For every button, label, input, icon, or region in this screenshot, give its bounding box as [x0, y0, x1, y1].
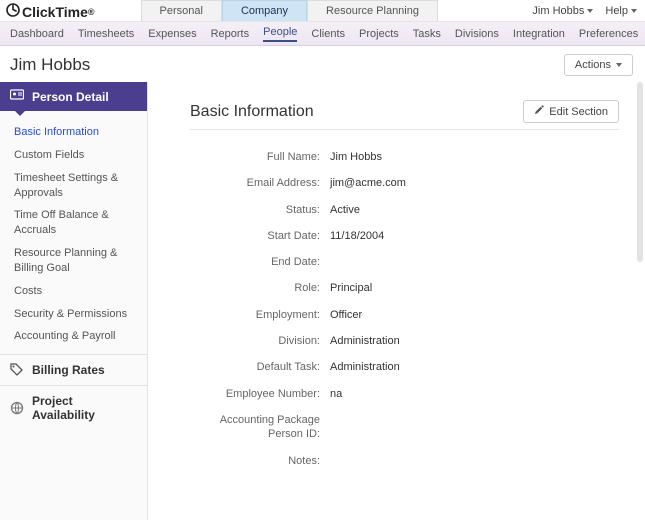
sidebar-section-project-availability[interactable]: Project Availability	[0, 385, 147, 430]
field-label: Employee Number:	[190, 387, 330, 401]
field-value: na	[330, 387, 342, 401]
sidebar-link-list: Basic InformationCustom FieldsTimesheet …	[0, 111, 147, 354]
help-menu[interactable]: Help	[605, 5, 637, 17]
field-row: Accounting Package Person ID:	[190, 413, 619, 442]
field-value: Officer	[330, 308, 362, 322]
field-row: Status:Active	[190, 203, 619, 217]
field-label: Default Task:	[190, 360, 330, 374]
sidebar-header-person-detail[interactable]: Person Detail	[0, 82, 147, 111]
field-label: Email Address:	[190, 176, 330, 190]
nav-item-projects[interactable]: Projects	[359, 28, 399, 40]
view-tab-personal[interactable]: Personal	[141, 0, 222, 21]
sidebar-link-custom-fields[interactable]: Custom Fields	[0, 144, 147, 167]
sidebar-link-basic-information[interactable]: Basic Information	[0, 121, 147, 144]
field-label: Status:	[190, 203, 330, 217]
nav-item-timesheets[interactable]: Timesheets	[78, 28, 134, 40]
field-row: Employment:Officer	[190, 308, 619, 322]
tag-icon	[10, 363, 24, 377]
user-menu-label: Jim Hobbs	[532, 5, 584, 17]
pencil-icon	[534, 105, 544, 118]
sidebar-link-time-off-balance-accruals[interactable]: Time Off Balance & Accruals	[0, 204, 147, 242]
view-tab-company[interactable]: Company	[222, 0, 307, 21]
field-label: Full Name:	[190, 150, 330, 164]
edit-section-label: Edit Section	[549, 106, 608, 118]
field-label: Start Date:	[190, 229, 330, 243]
sidebar: Person Detail Basic InformationCustom Fi…	[0, 82, 148, 520]
page-title: Jim Hobbs	[10, 55, 90, 75]
user-menu[interactable]: Jim Hobbs	[532, 5, 593, 17]
section-title: Basic Information	[190, 103, 314, 121]
sidebar-link-costs[interactable]: Costs	[0, 280, 147, 303]
sidebar-section-label: Project Availability	[32, 394, 137, 422]
main-content: Basic Information Edit Section Full Name…	[148, 82, 645, 520]
nav-item-people[interactable]: People	[263, 26, 297, 42]
caret-down-icon	[587, 9, 593, 13]
field-list: Full Name:Jim HobbsEmail Address:jim@acm…	[190, 150, 619, 468]
registered-icon: ®	[88, 7, 95, 17]
nav-item-integration[interactable]: Integration	[513, 28, 565, 40]
sidebar-link-security-permissions[interactable]: Security & Permissions	[0, 303, 147, 326]
page-body: Person Detail Basic InformationCustom Fi…	[0, 82, 645, 520]
nav-item-reports[interactable]: Reports	[211, 28, 250, 40]
page-header: Jim Hobbs Actions	[0, 46, 645, 82]
scrollbar-thumb[interactable]	[637, 82, 643, 262]
top-bar-right: Jim Hobbs Help	[532, 5, 637, 17]
field-value: Administration	[330, 360, 400, 374]
field-row: Notes:	[190, 454, 619, 468]
sidebar-header-label: Person Detail	[32, 90, 109, 104]
sidebar-section-billing-rates[interactable]: Billing Rates	[0, 354, 147, 385]
view-tab-resource-planning[interactable]: Resource Planning	[307, 0, 438, 21]
field-value: Active	[330, 203, 360, 217]
field-value: jim@acme.com	[330, 176, 406, 190]
globe-icon	[10, 401, 24, 415]
actions-button[interactable]: Actions	[564, 54, 633, 76]
section-header: Basic Information Edit Section	[190, 100, 619, 130]
field-row: End Date:	[190, 255, 619, 269]
field-label: Accounting Package Person ID:	[190, 413, 330, 442]
nav-item-dashboard[interactable]: Dashboard	[10, 28, 64, 40]
sidebar-link-timesheet-settings-approvals[interactable]: Timesheet Settings & Approvals	[0, 167, 147, 205]
main-nav: Dashboard Timesheets Expenses Reports People…	[0, 22, 645, 46]
sidebar-section-label: Billing Rates	[32, 363, 105, 377]
field-row: Email Address:jim@acme.com	[190, 176, 619, 190]
nav-item-divisions[interactable]: Divisions	[455, 28, 499, 40]
top-bar: ClickTime® PersonalCompanyResource Plann…	[0, 0, 645, 22]
field-label: End Date:	[190, 255, 330, 269]
field-row: Full Name:Jim Hobbs	[190, 150, 619, 164]
nav-item-preferences[interactable]: Preferences	[579, 28, 638, 40]
brand-logo[interactable]: ClickTime®	[4, 1, 101, 20]
caret-down-icon	[616, 63, 622, 67]
id-card-icon	[10, 89, 24, 104]
help-menu-label: Help	[605, 5, 628, 17]
nav-item-clients[interactable]: Clients	[311, 28, 345, 40]
field-row: Start Date:11/18/2004	[190, 229, 619, 243]
clock-icon	[6, 3, 20, 20]
sidebar-link-accounting-payroll[interactable]: Accounting & Payroll	[0, 325, 147, 348]
field-row: Default Task:Administration	[190, 360, 619, 374]
field-label: Division:	[190, 334, 330, 348]
field-value: Administration	[330, 334, 400, 348]
nav-item-expenses[interactable]: Expenses	[148, 28, 196, 40]
brand-text: ClickTime	[22, 4, 88, 20]
field-row: Division:Administration	[190, 334, 619, 348]
view-tabs: PersonalCompanyResource Planning	[141, 0, 438, 21]
sidebar-link-resource-planning-billing-goal[interactable]: Resource Planning & Billing Goal	[0, 242, 147, 280]
field-row: Role:Principal	[190, 281, 619, 295]
field-label: Role:	[190, 281, 330, 295]
field-value: Jim Hobbs	[330, 150, 382, 164]
field-value: Principal	[330, 281, 372, 295]
edit-section-button[interactable]: Edit Section	[523, 100, 619, 123]
field-row: Employee Number:na	[190, 387, 619, 401]
actions-button-label: Actions	[575, 59, 611, 71]
field-value: 11/18/2004	[330, 229, 384, 243]
caret-down-icon	[631, 9, 637, 13]
field-label: Notes:	[190, 454, 330, 468]
nav-item-tasks[interactable]: Tasks	[413, 28, 441, 40]
field-label: Employment:	[190, 308, 330, 322]
